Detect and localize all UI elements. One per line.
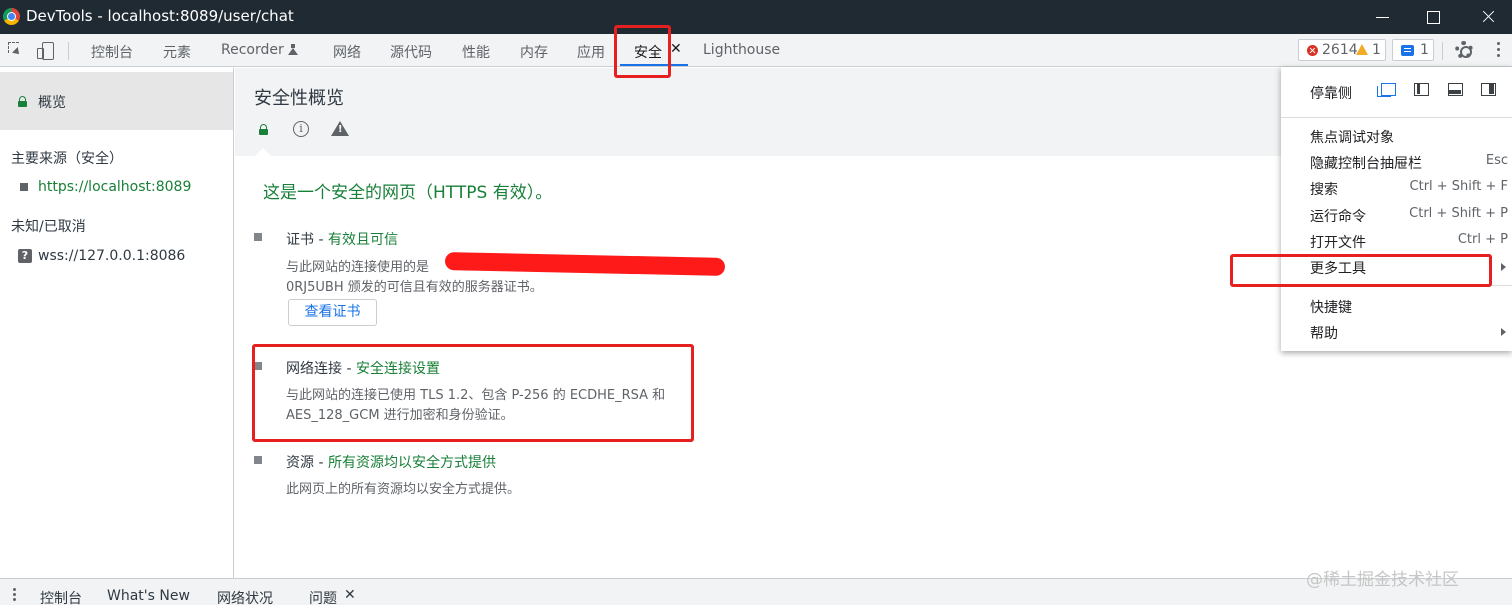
close-tab-security-icon[interactable]: ✕ — [670, 41, 682, 57]
menu-item-label: 运行命令 — [1310, 209, 1366, 225]
tab-elements[interactable]: 元素 — [163, 42, 191, 62]
drawer-tab-issues[interactable]: 问题 — [309, 588, 337, 605]
sidebar-item-unknown-origin[interactable]: wss://127.0.0.1:8086 — [38, 248, 185, 264]
sidebar-item-main-origin[interactable]: https://localhost:8089 — [38, 179, 191, 195]
warning-icon — [1356, 44, 1368, 55]
annotation-box-more-tools — [1230, 254, 1492, 287]
menu-item-shortcut: Ctrl + Shift + F — [1409, 179, 1508, 194]
menu-item-shortcuts[interactable]: 快捷键 — [1310, 297, 1510, 317]
menu-item-label: 快捷键 — [1310, 300, 1352, 316]
devtools-tab-bar: 控制台 元素 Recorder 网络 源代码 性能 内存 应用 安全 Light… — [0, 34, 1512, 67]
experiment-flask-icon — [287, 44, 298, 55]
resources-bullet — [254, 456, 262, 464]
annotation-box-security-tab — [614, 25, 671, 78]
devtools-customize-menu: 停靠侧 焦点调试对象 隐藏控制台抽屉栏 Esc 搜索 Ctrl + Shift + … — [1281, 67, 1512, 351]
menu-item-hide-console-drawer[interactable]: 隐藏控制台抽屉栏 Esc — [1310, 153, 1510, 173]
tab-application[interactable]: 应用 — [577, 42, 605, 62]
unknown-status-icon: ? — [18, 249, 32, 263]
drawer-tab-whats-new[interactable]: What's New — [107, 588, 190, 604]
device-toolbar-icon[interactable] — [37, 42, 54, 60]
certificate-status: 有效且可信 — [327, 232, 398, 248]
error-count: 2614 — [1322, 42, 1358, 58]
unknown-origin-heading: 未知/已取消 — [11, 219, 86, 235]
menu-item-label: 搜索 — [1310, 182, 1338, 198]
dock-bottom-icon[interactable] — [1448, 83, 1463, 96]
tab-memory[interactable]: 内存 — [520, 42, 548, 62]
menu-item-help[interactable]: 帮助 — [1310, 323, 1510, 343]
close-drawer-tab-icon[interactable]: ✕ — [344, 587, 356, 603]
resources-description: 此网页上的所有资源均以安全方式提供。 — [286, 482, 521, 497]
tab-recorder[interactable]: Recorder — [221, 42, 298, 58]
toolbar-divider — [1442, 42, 1443, 60]
menu-item-label: 隐藏控制台抽屉栏 — [1310, 156, 1422, 172]
certificate-bullet — [254, 233, 262, 241]
watermark-text: @稀土掘金技术社区 — [1306, 570, 1459, 590]
page-title: 安全性概览 — [254, 88, 344, 109]
undock-window-icon[interactable] — [1377, 83, 1396, 97]
security-summary: 这是一个安全的网页（HTTPS 有效）。 — [263, 183, 553, 203]
menu-item-label: 焦点调试对象 — [1310, 130, 1394, 146]
menu-item-shortcut: Ctrl + Shift + P — [1409, 206, 1508, 221]
sidebar-item-overview[interactable]: 概览 — [0, 72, 233, 130]
certificate-label: 证书 - — [286, 232, 328, 248]
drawer-tab-console[interactable]: 控制台 — [40, 588, 82, 605]
secure-lock-icon — [259, 124, 268, 135]
toolbar-divider — [68, 42, 69, 60]
certificate-desc-line2: 0RJ5UBH 颁发的可信且有效的服务器证书。 — [286, 280, 543, 295]
header-pointer — [255, 148, 271, 156]
settings-gear-icon[interactable] — [1455, 41, 1473, 59]
close-window-button[interactable] — [1464, 0, 1510, 34]
main-origin-heading: 主要来源（安全） — [11, 151, 123, 167]
maximize-button[interactable] — [1410, 0, 1456, 34]
chrome-logo-icon — [3, 8, 20, 25]
message-icon — [1401, 45, 1414, 56]
lock-icon — [18, 96, 27, 107]
message-count: 1 — [1420, 42, 1429, 58]
view-certificate-button[interactable]: 查看证书 — [288, 299, 377, 326]
annotation-box-connection — [252, 344, 694, 442]
tab-recorder-label: Recorder — [221, 42, 284, 58]
menu-dock-side-label: 停靠侧 — [1310, 86, 1352, 102]
inspect-element-icon[interactable] — [8, 42, 24, 58]
tab-lighthouse[interactable]: Lighthouse — [703, 42, 780, 58]
security-sidebar: 概览 主要来源（安全） https://localhost:8089 未知/已取… — [0, 68, 234, 578]
origin-status-icon — [20, 183, 28, 191]
drawer-menu-kebab-icon[interactable] — [13, 588, 16, 591]
tab-performance[interactable]: 性能 — [462, 42, 490, 62]
certificate-title: 证书 - 有效且可信 — [286, 229, 398, 249]
minimize-button[interactable] — [1360, 0, 1406, 34]
menu-item-open-file[interactable]: 打开文件 Ctrl + P — [1310, 232, 1510, 252]
menu-divider — [1281, 117, 1512, 118]
warning-triangle-icon — [331, 121, 349, 136]
issues-counter[interactable]: 2614 1 — [1298, 39, 1386, 61]
messages-counter[interactable]: 1 — [1392, 39, 1434, 61]
menu-item-label: 打开文件 — [1310, 235, 1366, 251]
resources-status: 所有资源均以安全方式提供 — [327, 455, 496, 471]
console-drawer-tabs: 控制台 What's New 网络状况 问题 ✕ — [0, 578, 1512, 605]
menu-item-label: 帮助 — [1310, 326, 1338, 342]
window-title-bar: DevTools - localhost:8089/user/chat — [0, 0, 1512, 34]
dock-left-icon[interactable] — [1414, 83, 1429, 96]
tab-network[interactable]: 网络 — [333, 42, 361, 62]
menu-item-search[interactable]: 搜索 Ctrl + Shift + F — [1310, 179, 1510, 199]
dock-right-icon[interactable] — [1481, 83, 1496, 96]
resources-title: 资源 - 所有资源均以安全方式提供 — [286, 452, 496, 472]
menu-item-shortcut: Esc — [1485, 153, 1508, 168]
warning-count: 1 — [1372, 42, 1381, 58]
menu-item-run-command[interactable]: 运行命令 Ctrl + Shift + P — [1310, 206, 1510, 226]
resources-label: 资源 - — [286, 455, 328, 471]
menu-item-focus-debuggee[interactable]: 焦点调试对象 — [1310, 127, 1510, 147]
window-title: DevTools - localhost:8089/user/chat — [26, 7, 294, 25]
customize-devtools-kebab-icon[interactable] — [1497, 42, 1500, 45]
drawer-tab-network-conditions[interactable]: 网络状况 — [217, 588, 273, 605]
tab-console[interactable]: 控制台 — [91, 42, 133, 62]
tab-sources[interactable]: 源代码 — [390, 42, 432, 62]
submenu-arrow-icon — [1501, 328, 1506, 336]
info-icon: i — [293, 121, 309, 137]
error-icon — [1307, 45, 1318, 56]
menu-item-shortcut: Ctrl + P — [1457, 232, 1508, 247]
submenu-arrow-icon — [1501, 263, 1506, 271]
sidebar-item-overview-label: 概览 — [38, 95, 66, 111]
